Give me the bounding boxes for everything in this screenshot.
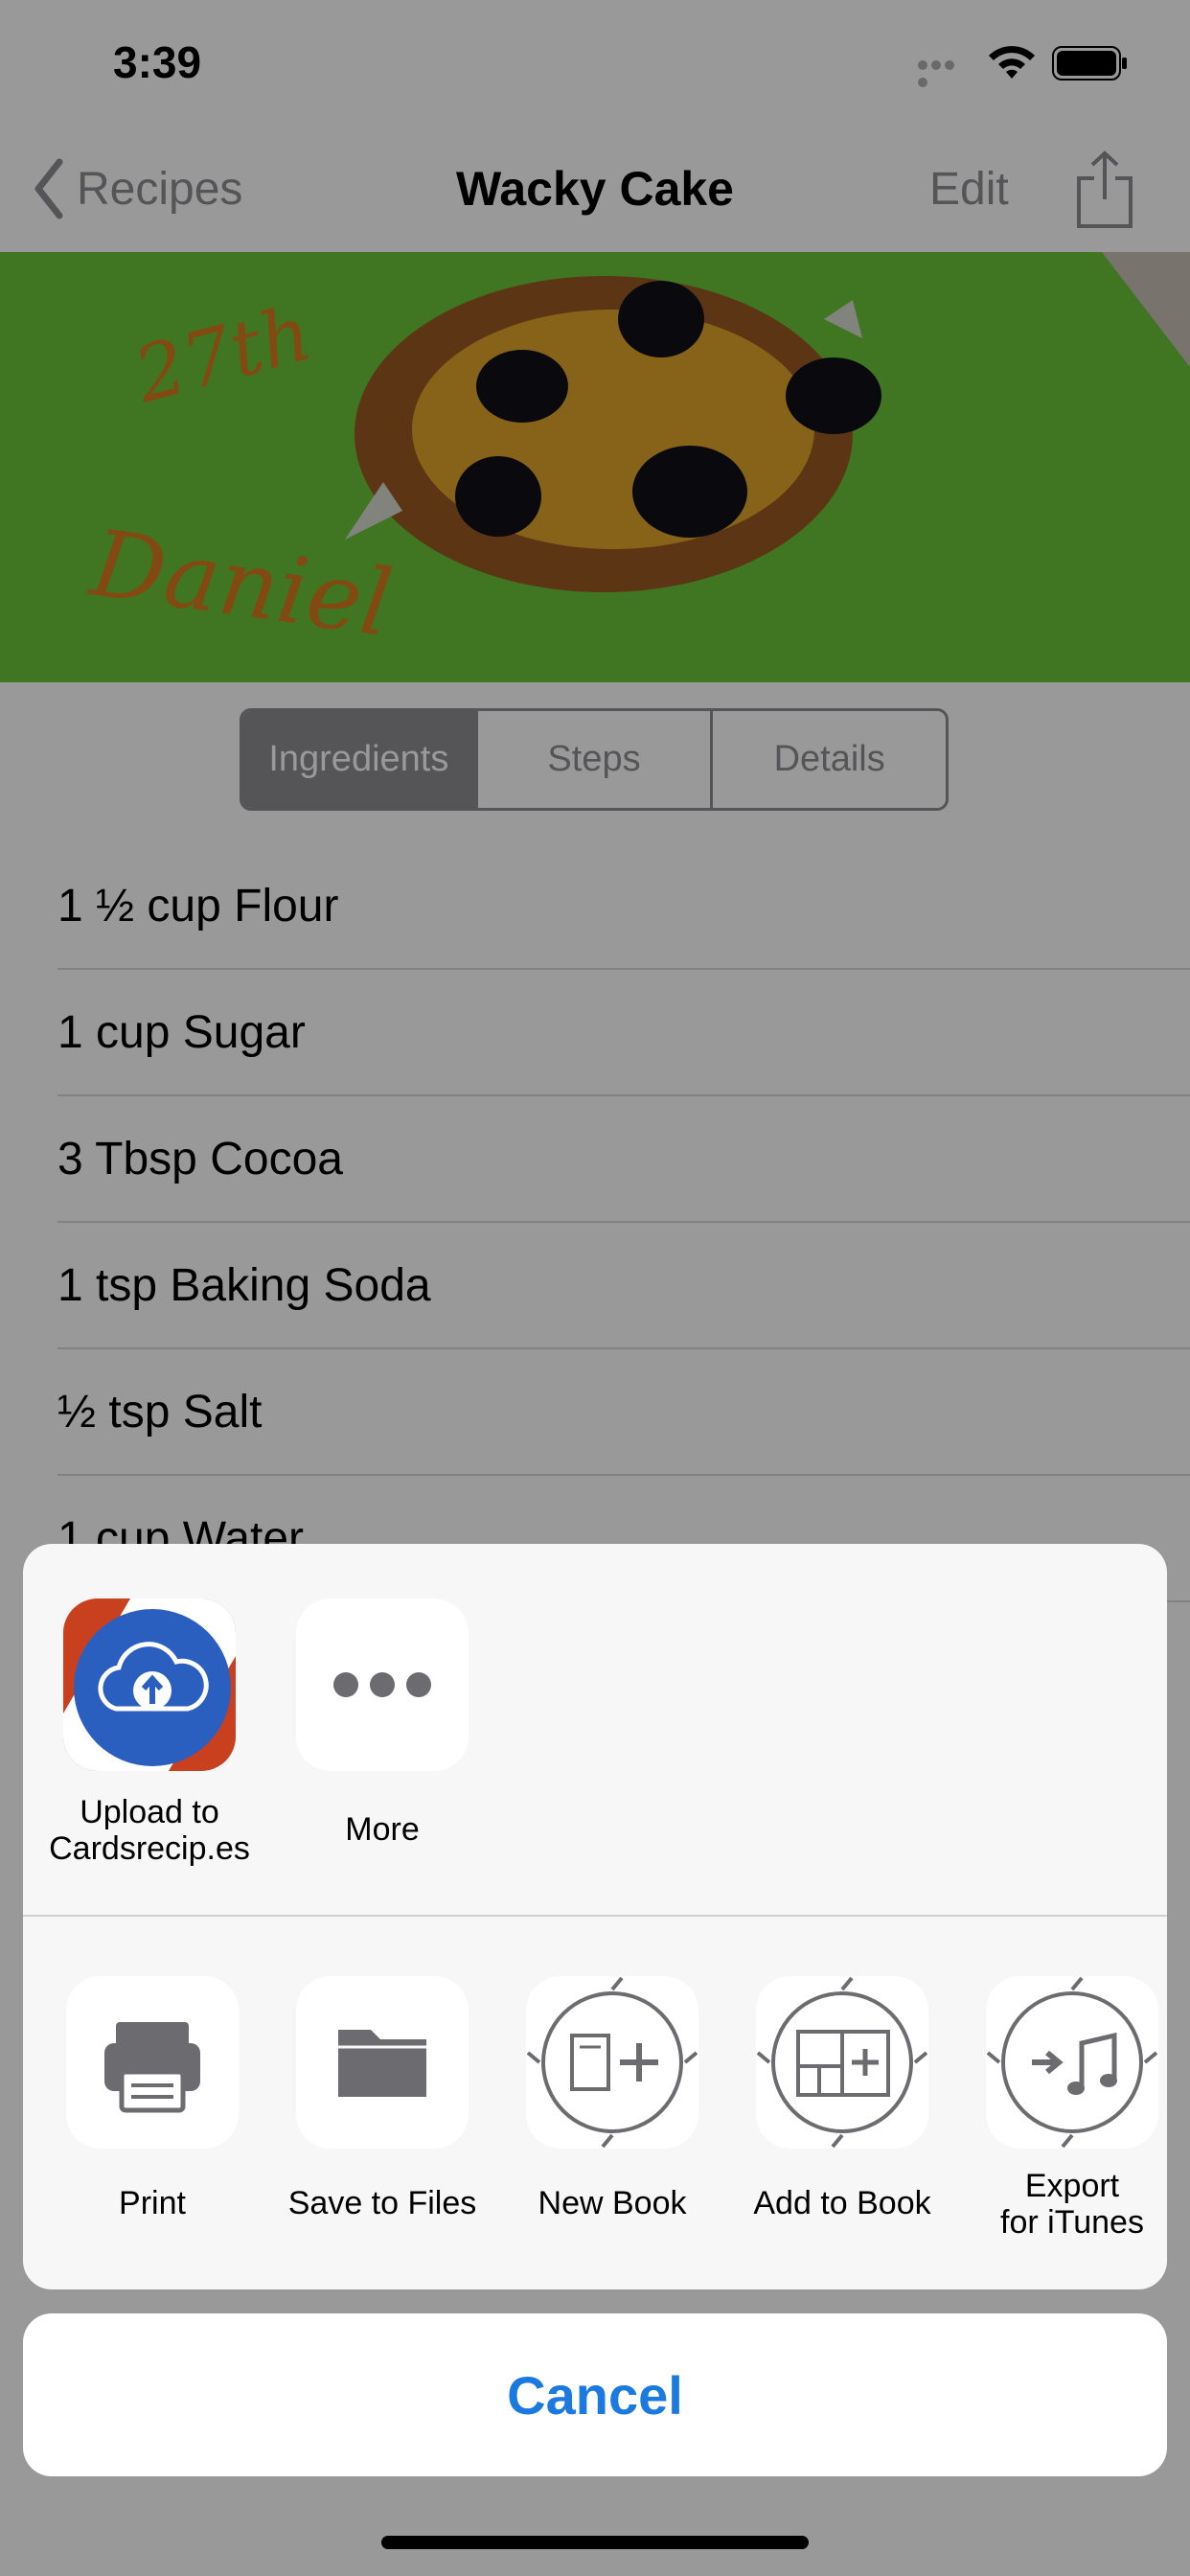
cancel-button[interactable]: Cancel [23, 2313, 1167, 2476]
export-itunes-icon [986, 1976, 1158, 2149]
more-button[interactable] [296, 1598, 469, 1771]
new-book-button[interactable] [526, 1976, 698, 2149]
folder-icon [338, 2030, 426, 2097]
print-button[interactable] [66, 1976, 239, 2149]
add-to-book-icon [756, 1976, 928, 2149]
more-label: More [345, 1811, 420, 1848]
sheet-divider [23, 1915, 1167, 1917]
save-to-files-button[interactable] [296, 1976, 469, 2149]
export-label-line1: Export [1024, 2168, 1120, 2204]
share-sheet: Upload to Cardsrecip.es More Print Save … [23, 1544, 1167, 2289]
upload-label-line2: Cardsrecip.es [49, 1830, 250, 1867]
upload-cardsrecipes-label: Upload to Cardsrecip.es [34, 1794, 264, 1867]
printer-icon [104, 2022, 200, 2113]
export-itunes-button[interactable] [986, 1976, 1158, 2149]
upload-cardsrecipes-button[interactable] [63, 1598, 236, 1771]
new-book-icon [526, 1976, 698, 2149]
save-to-files-label: Save to Files [287, 2185, 477, 2221]
add-to-book-label: Add to Book [753, 2185, 931, 2221]
print-label: Print [119, 2185, 186, 2221]
upload-label-line1: Upload to [80, 1794, 219, 1830]
cloud-upload-icon [63, 1598, 236, 1771]
more-icon [333, 1672, 431, 1697]
export-label-line2: for iTunes [1000, 2204, 1144, 2241]
export-itunes-label: Export for iTunes [957, 2168, 1167, 2241]
add-to-book-button[interactable] [756, 1976, 928, 2149]
home-indicator[interactable] [381, 2536, 809, 2549]
new-book-label: New Book [538, 2185, 687, 2221]
